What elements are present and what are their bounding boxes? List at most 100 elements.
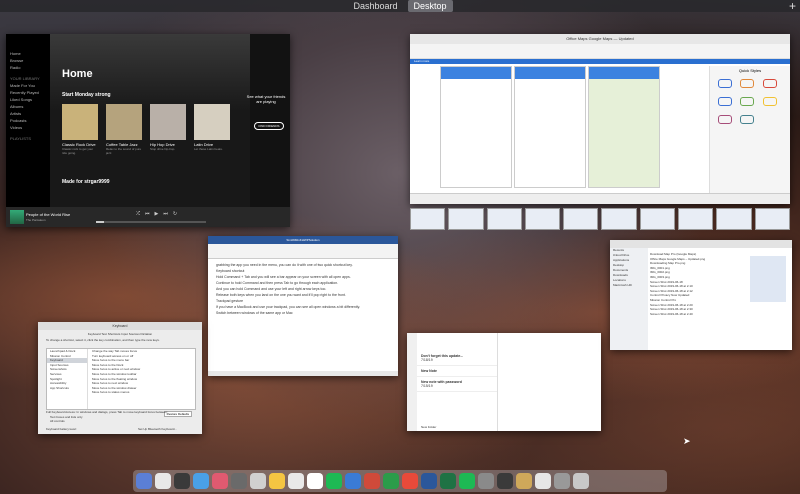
info-banner[interactable]: Learn more (410, 59, 790, 64)
artist-name[interactable]: The Pantaleon (26, 218, 46, 222)
find-friends-button[interactable]: FIND FRIENDS (254, 122, 284, 130)
bluetooth-keyboard-button[interactable]: Set Up Bluetooth Keyboard... (138, 427, 177, 431)
notes-icon[interactable] (269, 473, 285, 489)
finder-window[interactable]: Recents iCloud Drive Applications Deskto… (610, 240, 792, 350)
spotify-window[interactable]: Home Browse Radio YOUR LIBRARY Made For … (6, 34, 290, 227)
word-window[interactable]: Sim06MinKHWPSolution grabbing the app yo… (208, 236, 398, 376)
safari-icon[interactable] (345, 473, 361, 489)
spotify-icon[interactable] (459, 473, 475, 489)
pref-tabs[interactable]: Keyboard Text Shortcuts Input Sources Di… (38, 330, 202, 338)
previous-icon[interactable]: ⏮ (145, 211, 150, 217)
shape-style[interactable] (718, 115, 732, 124)
launchpad-icon[interactable] (155, 473, 171, 489)
shortcut-list: Change the way Tab moves focus Turn keyb… (89, 349, 195, 395)
space-dashboard[interactable]: Dashboard (347, 0, 403, 12)
preview-icon[interactable] (478, 473, 494, 489)
sidebar-item-radio[interactable]: Radio (6, 64, 50, 71)
playlist-card[interactable]: Hip Hop Drive Stop drive hip-hop. (150, 104, 186, 151)
finder-icon[interactable] (136, 473, 152, 489)
next-icon[interactable]: ⏭ (163, 211, 168, 217)
photos-icon[interactable] (288, 473, 304, 489)
sidebar-item[interactable]: Macintosh HD (610, 283, 648, 288)
page-title: Home (62, 68, 93, 80)
music-icon[interactable] (212, 473, 228, 489)
facetime-icon[interactable] (326, 473, 342, 489)
window-thumbnail[interactable] (486, 208, 522, 230)
playlist-cover (106, 104, 142, 140)
mission-control-bar: Dashboard Desktop + (0, 0, 800, 13)
trash-icon[interactable] (573, 473, 589, 489)
category-item[interactable]: App Shortcuts (47, 386, 87, 391)
window-thumbnail[interactable] (410, 208, 446, 230)
library-item[interactable]: Liked Songs (6, 96, 50, 103)
library-item[interactable]: Albums (6, 103, 50, 110)
phone-header (589, 67, 659, 79)
list-item[interactable]: New note with password 7/15/19 (417, 377, 497, 392)
list-item[interactable]: New Note (417, 366, 497, 377)
chrome-icon[interactable] (307, 473, 323, 489)
excel-icon[interactable] (440, 473, 456, 489)
play-icon[interactable]: ▶ (155, 211, 159, 217)
messages-icon[interactable] (231, 473, 247, 489)
library-item[interactable]: Made For You (6, 82, 50, 89)
calendar-icon[interactable] (250, 473, 266, 489)
word-icon[interactable] (421, 473, 437, 489)
shuffle-icon[interactable]: ⤮ (136, 211, 140, 217)
document-icon[interactable] (535, 473, 551, 489)
window-thumbnail[interactable] (563, 208, 599, 230)
library-item[interactable]: Podcasts (6, 117, 50, 124)
shape-style[interactable] (718, 79, 732, 88)
window-thumbnail[interactable] (716, 208, 752, 230)
album-art (10, 210, 24, 224)
shortcut-item[interactable]: Move focus to status menus (89, 390, 195, 395)
window-thumbnail[interactable] (601, 208, 637, 230)
phone-header (441, 67, 511, 79)
playlists-header: PLAYLISTS (10, 136, 32, 141)
shortcut-categories: Launchpad & Dock Mission Control Keyboar… (47, 349, 88, 409)
office-maps-window[interactable]: Office Maps Google Maps — Updated Learn … (410, 34, 790, 204)
document-body[interactable]: grabbing the app you need in the menu, y… (208, 259, 398, 319)
space-desktop[interactable]: Desktop (407, 0, 453, 12)
numbers-icon[interactable] (383, 473, 399, 489)
system-preferences-icon[interactable] (174, 473, 190, 489)
playlist-cover (62, 104, 98, 140)
section-title: Made for strgar9999 (62, 179, 110, 185)
now-playing-bar: People of the World Rise The Pantaleon ⤮… (6, 207, 290, 227)
new-folder-button[interactable]: New Folder (421, 425, 436, 429)
list-item[interactable]: Don't forget this update... 7/18/19 (417, 351, 497, 366)
add-space-icon[interactable]: + (789, 0, 796, 13)
option-all-controls[interactable]: All controls (50, 419, 65, 423)
library-item[interactable]: Recently Played (6, 89, 50, 96)
library-item[interactable]: Artists (6, 110, 50, 117)
shape-style[interactable] (718, 97, 732, 106)
powerpoint-icon[interactable] (402, 473, 418, 489)
playlist-card[interactable]: Classic Rock Drive Classic rock to get y… (62, 104, 98, 155)
playlist-card[interactable]: Coffee Table Jazz Relax to the sound of … (106, 104, 142, 155)
window-thumbnail[interactable] (678, 208, 714, 230)
notes-window[interactable]: Don't forget this update... 7/18/19 New N… (407, 333, 601, 431)
window-thumbnail[interactable] (448, 208, 484, 230)
shape-style[interactable] (762, 79, 777, 88)
sidebar-item-home[interactable]: Home (6, 50, 50, 57)
window-thumbnail[interactable] (639, 208, 676, 230)
library-item[interactable]: Videos (6, 124, 50, 131)
track-name[interactable]: People of the World Rise (26, 212, 70, 217)
playlist-card[interactable]: Latin Drive Let these Latin beats. (194, 104, 230, 151)
keyboard-preferences-window[interactable]: Keyboard Keyboard Text Shortcuts Input S… (38, 322, 202, 434)
shape-style[interactable] (740, 97, 755, 106)
progress-bar[interactable] (96, 221, 206, 223)
shape-style[interactable] (762, 97, 777, 106)
app-store-icon[interactable] (193, 473, 209, 489)
playlist-cover (150, 104, 186, 140)
shape-style[interactable] (740, 115, 755, 124)
file-row[interactable]: Screen Shot 2019-06-18 at 2.40 (650, 312, 740, 317)
terminal-icon[interactable] (497, 473, 513, 489)
sidebar-item-browse[interactable]: Browse (6, 57, 50, 64)
window-thumbnail[interactable] (524, 208, 561, 230)
downloads-icon[interactable] (554, 473, 570, 489)
window-thumbnail[interactable] (754, 208, 790, 230)
office-icon[interactable] (364, 473, 380, 489)
shape-style[interactable] (740, 79, 755, 88)
folder-icon[interactable] (516, 473, 532, 489)
repeat-icon[interactable]: ↻ (173, 211, 177, 217)
